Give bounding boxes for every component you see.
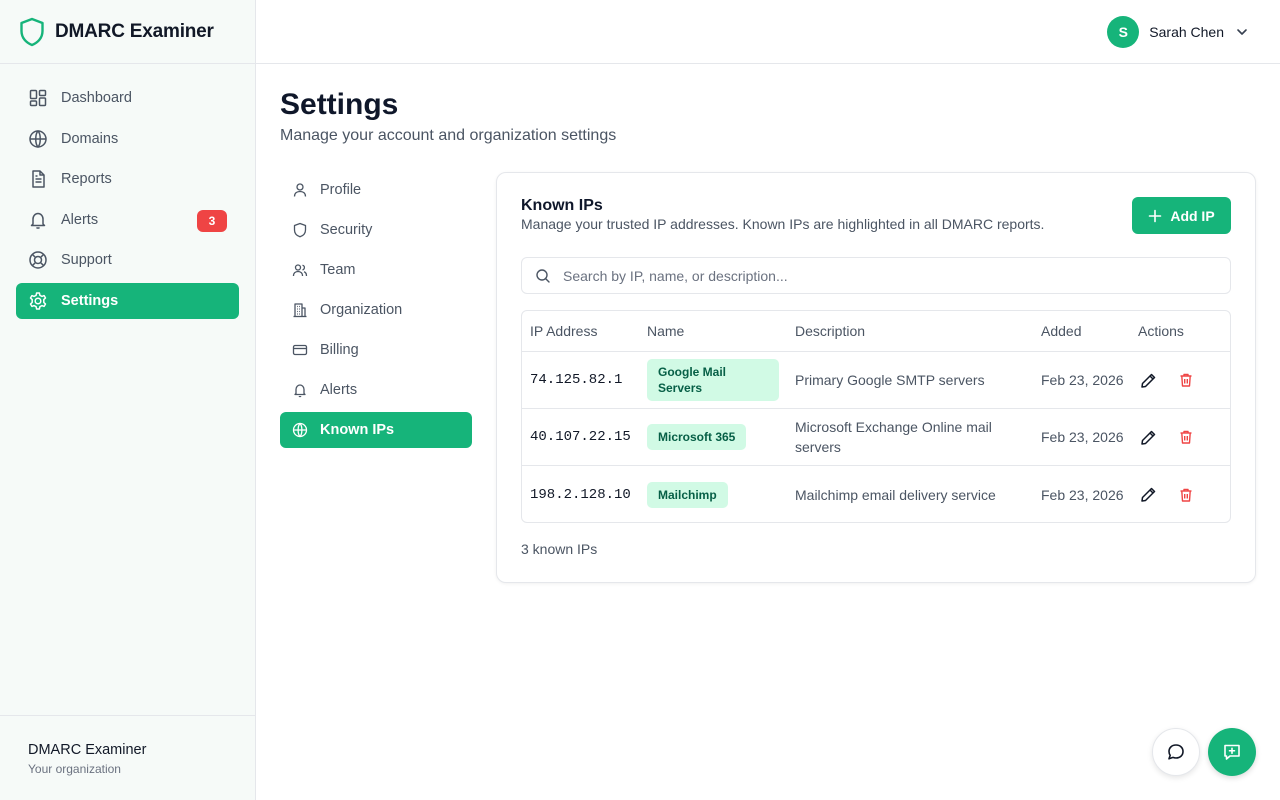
org-subtitle: Your organization <box>28 762 121 776</box>
column-header-ip[interactable]: IP Address <box>522 323 639 339</box>
add-ip-button[interactable]: Add IP <box>1132 197 1231 234</box>
known-ips-count: 3 known IPs <box>521 541 598 557</box>
user-name: Sarah Chen <box>1149 24 1224 40</box>
avatar: S <box>1107 16 1140 48</box>
message-plus-icon <box>1222 742 1242 762</box>
page-subtitle: Manage your account and organization set… <box>280 127 617 144</box>
settings-tab-billing[interactable]: Billing <box>280 332 472 368</box>
bell-icon <box>292 382 308 398</box>
sidebar-item-label: Dashboard <box>61 90 132 106</box>
table-row: 74.125.82.1 Google Mail Servers Primary … <box>522 352 1230 409</box>
sidebar-item-support[interactable]: Support <box>16 242 239 278</box>
ip-address: 74.125.82.1 <box>530 372 623 388</box>
brand[interactable]: DMARC Examiner <box>0 0 255 64</box>
sidebar: DMARC Examiner Dashboard Domains Reports… <box>0 0 256 800</box>
edit-icon[interactable] <box>1138 485 1158 505</box>
search-input[interactable] <box>563 267 1183 284</box>
settings-tab-label: Alerts <box>320 382 358 398</box>
ip-address: 198.2.128.10 <box>530 486 631 503</box>
globe-icon <box>28 129 48 149</box>
delete-icon[interactable] <box>1176 370 1196 390</box>
globe-icon <box>292 422 308 438</box>
sidebar-item-label: Support <box>61 252 112 269</box>
settings-tab-label: Security <box>320 222 373 238</box>
sidebar-item-label: Settings <box>61 292 119 309</box>
card-description: Manage your trusted IP addresses. Known … <box>521 216 1045 232</box>
search-icon <box>535 268 551 284</box>
settings-tab-profile[interactable]: Profile <box>280 172 472 208</box>
ip-description: Primary Google SMTP servers <box>795 372 985 388</box>
sidebar-item-settings[interactable]: Settings <box>16 282 239 319</box>
sidebar-item-reports[interactable]: Reports <box>16 161 239 197</box>
ip-name-tag: Microsoft 365 <box>647 424 747 450</box>
organization-info: DMARC Examiner Your organization <box>0 715 255 800</box>
ip-address: 40.107.22.15 <box>530 429 631 445</box>
credit-card-icon <box>292 342 308 358</box>
gear-icon <box>28 291 48 311</box>
settings-tab-alerts[interactable]: Alerts <box>280 372 472 408</box>
main-nav: Dashboard Domains Reports Alerts 3 Suppo… <box>0 64 255 340</box>
sidebar-item-label: Reports <box>61 171 112 188</box>
settings-tab-label: Organization <box>320 302 403 318</box>
column-header-description[interactable]: Description <box>787 321 1033 341</box>
table-row: 198.2.128.10 Mailchimp Mailchimp email d… <box>522 466 1230 522</box>
chevron-down-icon <box>1234 24 1250 40</box>
sidebar-item-label: Domains <box>61 130 119 147</box>
shield-icon <box>292 222 308 238</box>
bell-icon <box>28 210 48 230</box>
search-box[interactable] <box>521 257 1231 294</box>
settings-tab-label: Billing <box>320 342 359 358</box>
settings-tab-label: Team <box>320 262 356 278</box>
known-ips-card: Known IPs Manage your trusted IP address… <box>496 172 1256 583</box>
ip-description: Microsoft Exchange Online mail servers <box>795 419 992 455</box>
add-ip-label: Add IP <box>1170 207 1215 224</box>
ip-added-date: Feb 23, 2026 <box>1041 372 1124 388</box>
sidebar-item-alerts[interactable]: Alerts 3 <box>16 202 239 238</box>
settings-tab-known-ips[interactable]: Known IPs <box>280 412 472 448</box>
ip-description: Mailchimp email delivery service <box>795 486 996 503</box>
sidebar-item-domains[interactable]: Domains <box>16 121 239 157</box>
column-header-actions: Actions <box>1138 323 1184 339</box>
delete-icon[interactable] <box>1176 485 1196 505</box>
user-icon <box>292 182 308 198</box>
page-title: Settings <box>280 88 399 121</box>
table-header: IP Address Name Description Added Action… <box>522 311 1230 352</box>
chat-button[interactable] <box>1152 728 1200 776</box>
dashboard-icon <box>28 88 48 108</box>
ip-added-date: Feb 23, 2026 <box>1041 486 1124 503</box>
settings-nav: Profile Security Team Organization Billi… <box>280 172 472 452</box>
settings-tab-security[interactable]: Security <box>280 212 472 248</box>
card-title: Known IPs <box>521 197 603 214</box>
chat-bubble-icon <box>1166 742 1186 762</box>
table-row: 40.107.22.15 Microsoft 365 Microsoft Exc… <box>522 409 1230 466</box>
settings-tab-team[interactable]: Team <box>280 252 472 288</box>
org-name: DMARC Examiner <box>28 742 147 758</box>
settings-tab-label: Profile <box>320 182 362 198</box>
user-menu[interactable]: S Sarah Chen <box>1107 16 1250 48</box>
edit-icon[interactable] <box>1138 370 1158 390</box>
document-icon <box>28 169 48 189</box>
plus-icon <box>1148 209 1162 223</box>
users-icon <box>292 262 308 278</box>
ip-added-date: Feb 23, 2026 <box>1041 429 1124 445</box>
sidebar-item-dashboard[interactable]: Dashboard <box>16 80 239 116</box>
column-header-added[interactable]: Added <box>1033 321 1130 341</box>
known-ips-table: IP Address Name Description Added Action… <box>521 310 1231 523</box>
shield-logo-icon <box>19 17 45 47</box>
alerts-count-badge: 3 <box>197 209 227 232</box>
edit-icon[interactable] <box>1138 427 1158 447</box>
column-header-name[interactable]: Name <box>639 323 787 339</box>
building-icon <box>292 302 308 318</box>
lifebuoy-icon <box>28 250 48 270</box>
settings-tab-organization[interactable]: Organization <box>280 292 472 328</box>
top-bar: S Sarah Chen <box>256 0 1280 64</box>
ip-name-tag: Google Mail Servers <box>647 359 779 401</box>
new-message-button[interactable] <box>1208 728 1256 776</box>
sidebar-item-label: Alerts <box>61 211 99 228</box>
settings-tab-label: Known IPs <box>320 422 395 438</box>
delete-icon[interactable] <box>1176 427 1196 447</box>
ip-name-tag: Mailchimp <box>647 481 728 508</box>
brand-title: DMARC Examiner <box>55 20 214 42</box>
